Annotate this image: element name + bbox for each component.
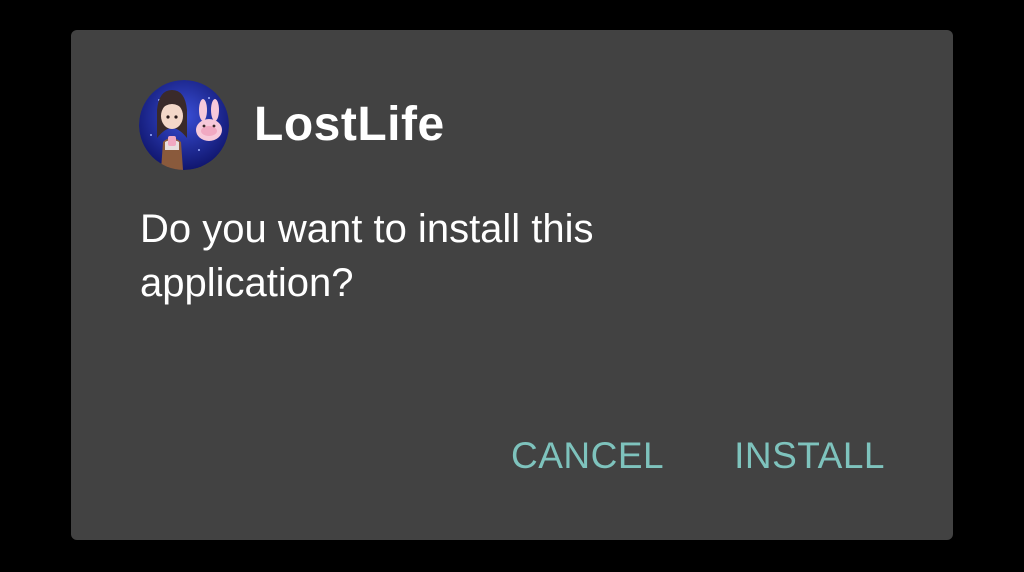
app-name: LostLife bbox=[254, 98, 445, 151]
dialog-header: LostLife bbox=[139, 80, 445, 170]
install-prompt-message: Do you want to install this application? bbox=[140, 207, 594, 305]
app-icon bbox=[139, 80, 229, 170]
install-button[interactable]: INSTALL bbox=[734, 437, 885, 474]
install-dialog: LostLife Do you want to install this app… bbox=[71, 30, 953, 540]
dialog-actions: CANCEL INSTALL bbox=[511, 437, 885, 474]
cancel-button[interactable]: CANCEL bbox=[511, 437, 664, 474]
